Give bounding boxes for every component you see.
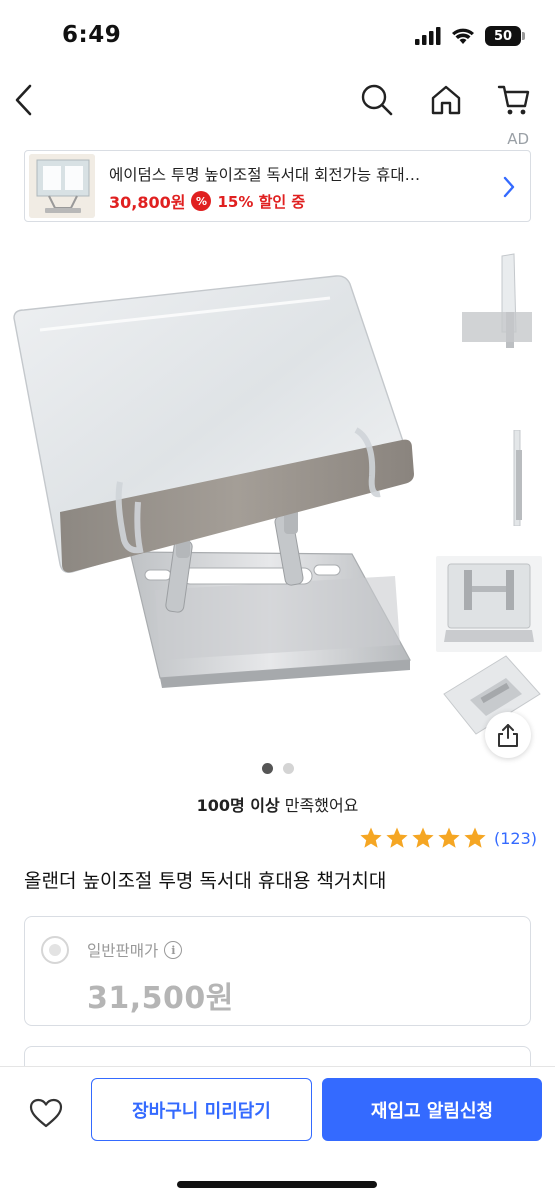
share-button[interactable] — [485, 712, 531, 758]
star-icon — [386, 827, 408, 848]
star-icon — [464, 827, 486, 848]
wifi-icon — [452, 28, 474, 44]
ad-title: 에이덤스 투명 높이조절 독서대 회전가능 휴대… — [109, 166, 421, 184]
ad-discount: 15% 할인 중 — [217, 192, 306, 211]
home-indicator — [177, 1181, 377, 1188]
review-count[interactable]: (123) — [494, 829, 537, 848]
add-to-cart-button[interactable]: 장바구니 미리담기 — [91, 1078, 312, 1141]
satisfaction-count: 100명 이상 — [196, 796, 280, 815]
carousel-dots — [0, 763, 555, 774]
carousel-dot-1[interactable] — [261, 763, 273, 774]
back-button[interactable] — [2, 78, 46, 122]
price-option-card[interactable]: 일반판매가 i 31,500원 — [24, 916, 531, 1026]
product-main-image[interactable] — [0, 240, 432, 760]
status-bar: 6:49 50 — [0, 0, 555, 72]
carousel-dot-2[interactable] — [282, 763, 294, 774]
top-nav — [0, 72, 555, 128]
signal-icon — [415, 27, 441, 45]
status-time: 6:49 — [62, 22, 122, 48]
option-price: 31,500원 — [87, 981, 234, 1016]
heart-icon — [29, 1098, 63, 1128]
satisfaction-label: 만족했어요 — [279, 796, 359, 815]
thumbnail-back-view[interactable] — [436, 556, 542, 652]
search-button[interactable] — [355, 78, 399, 122]
home-button[interactable] — [424, 78, 468, 122]
discount-badge-icon: % — [191, 191, 212, 211]
restock-notify-button[interactable]: 재입고 알림신청 — [322, 1078, 542, 1141]
share-icon — [498, 724, 518, 747]
search-icon — [361, 84, 393, 116]
option-label: 일반판매가 — [87, 942, 159, 960]
info-icon[interactable]: i — [164, 941, 183, 959]
thumbnail-folded-view[interactable] — [436, 430, 542, 526]
ad-price-row: 30,800원 % 15% 할인 중 — [109, 189, 305, 213]
home-icon — [431, 85, 461, 115]
ad-arrow — [502, 175, 516, 203]
ad-label: AD — [507, 130, 529, 148]
star-icon — [412, 827, 434, 848]
star-icon — [438, 827, 460, 848]
cart-icon — [497, 85, 530, 115]
thumbnail-side-view[interactable] — [436, 252, 542, 348]
star-icon — [360, 827, 382, 848]
wishlist-button[interactable] — [24, 1091, 68, 1135]
satisfaction-text: 100명 이상 만족했어요 — [0, 792, 555, 816]
product-title: 올랜더 높이조절 투명 독서대 휴대용 책거치대 — [24, 870, 387, 892]
ad-thumbnail — [29, 154, 95, 218]
ad-banner[interactable]: 에이덤스 투명 높이조절 독서대 회전가능 휴대… 30,800원 % 15% … — [24, 150, 531, 222]
status-icons: 50 — [415, 26, 525, 46]
cart-button[interactable] — [492, 78, 536, 122]
option-label-row: 일반판매가 i — [87, 939, 183, 961]
bottom-action-bar: 장바구니 미리담기 재입고 알림신청 — [0, 1066, 555, 1200]
rating[interactable]: (123) — [359, 826, 537, 850]
battery-icon: 50 — [485, 26, 525, 46]
option-radio[interactable] — [41, 936, 69, 964]
chevron-left-icon — [15, 84, 32, 116]
ad-price: 30,800원 — [109, 193, 186, 212]
chevron-right-icon — [503, 176, 515, 198]
